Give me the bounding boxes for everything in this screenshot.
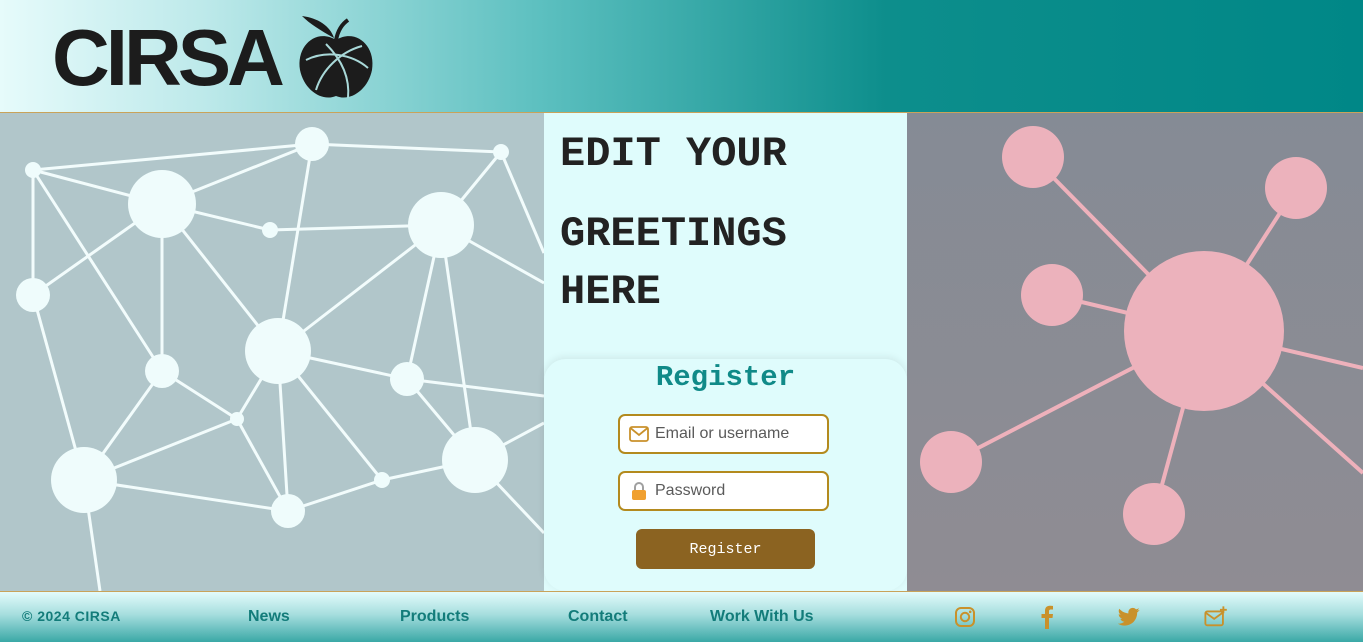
site-footer: © 2024 CIRSA News Products Contact Work … [0,591,1363,642]
footer-link-contact[interactable]: Contact [568,608,628,626]
lock-icon [628,480,650,502]
network-image-right [907,113,1363,591]
twitter-icon[interactable] [1117,605,1141,629]
email-input[interactable] [653,424,827,444]
register-title: Register [655,361,796,394]
register-button[interactable]: Register [636,529,815,569]
site-header: CIRSA [0,0,1363,113]
greeting-line-1: EDIT YOUR [560,130,787,178]
envelope-icon [628,423,650,445]
password-field[interactable] [618,471,829,511]
network-image-left [0,113,544,591]
brand-logo-text[interactable]: CIRSA [52,18,285,98]
greeting-line-2: GREETINGS [560,210,787,258]
apple-logo-icon[interactable] [296,10,376,102]
instagram-icon[interactable] [953,605,977,629]
register-form: Register Register [544,359,907,591]
copyright-text: © 2024 CIRSA [22,608,121,624]
greeting-heading: EDIT YOUR GREETINGS HERE [560,125,787,321]
mail-plus-icon[interactable] [1204,605,1228,629]
footer-link-news[interactable]: News [248,608,290,626]
email-field[interactable] [618,414,829,454]
footer-link-products[interactable]: Products [400,608,469,626]
greeting-panel: EDIT YOUR GREETINGS HERE Register Email … [544,113,907,591]
network-graph-illustration [16,127,544,591]
greeting-line-3: HERE [560,268,661,316]
hub-network-illustration [920,126,1363,545]
facebook-icon[interactable] [1035,605,1059,629]
password-input[interactable] [653,481,827,501]
footer-link-work-with-us[interactable]: Work With Us [710,608,814,626]
